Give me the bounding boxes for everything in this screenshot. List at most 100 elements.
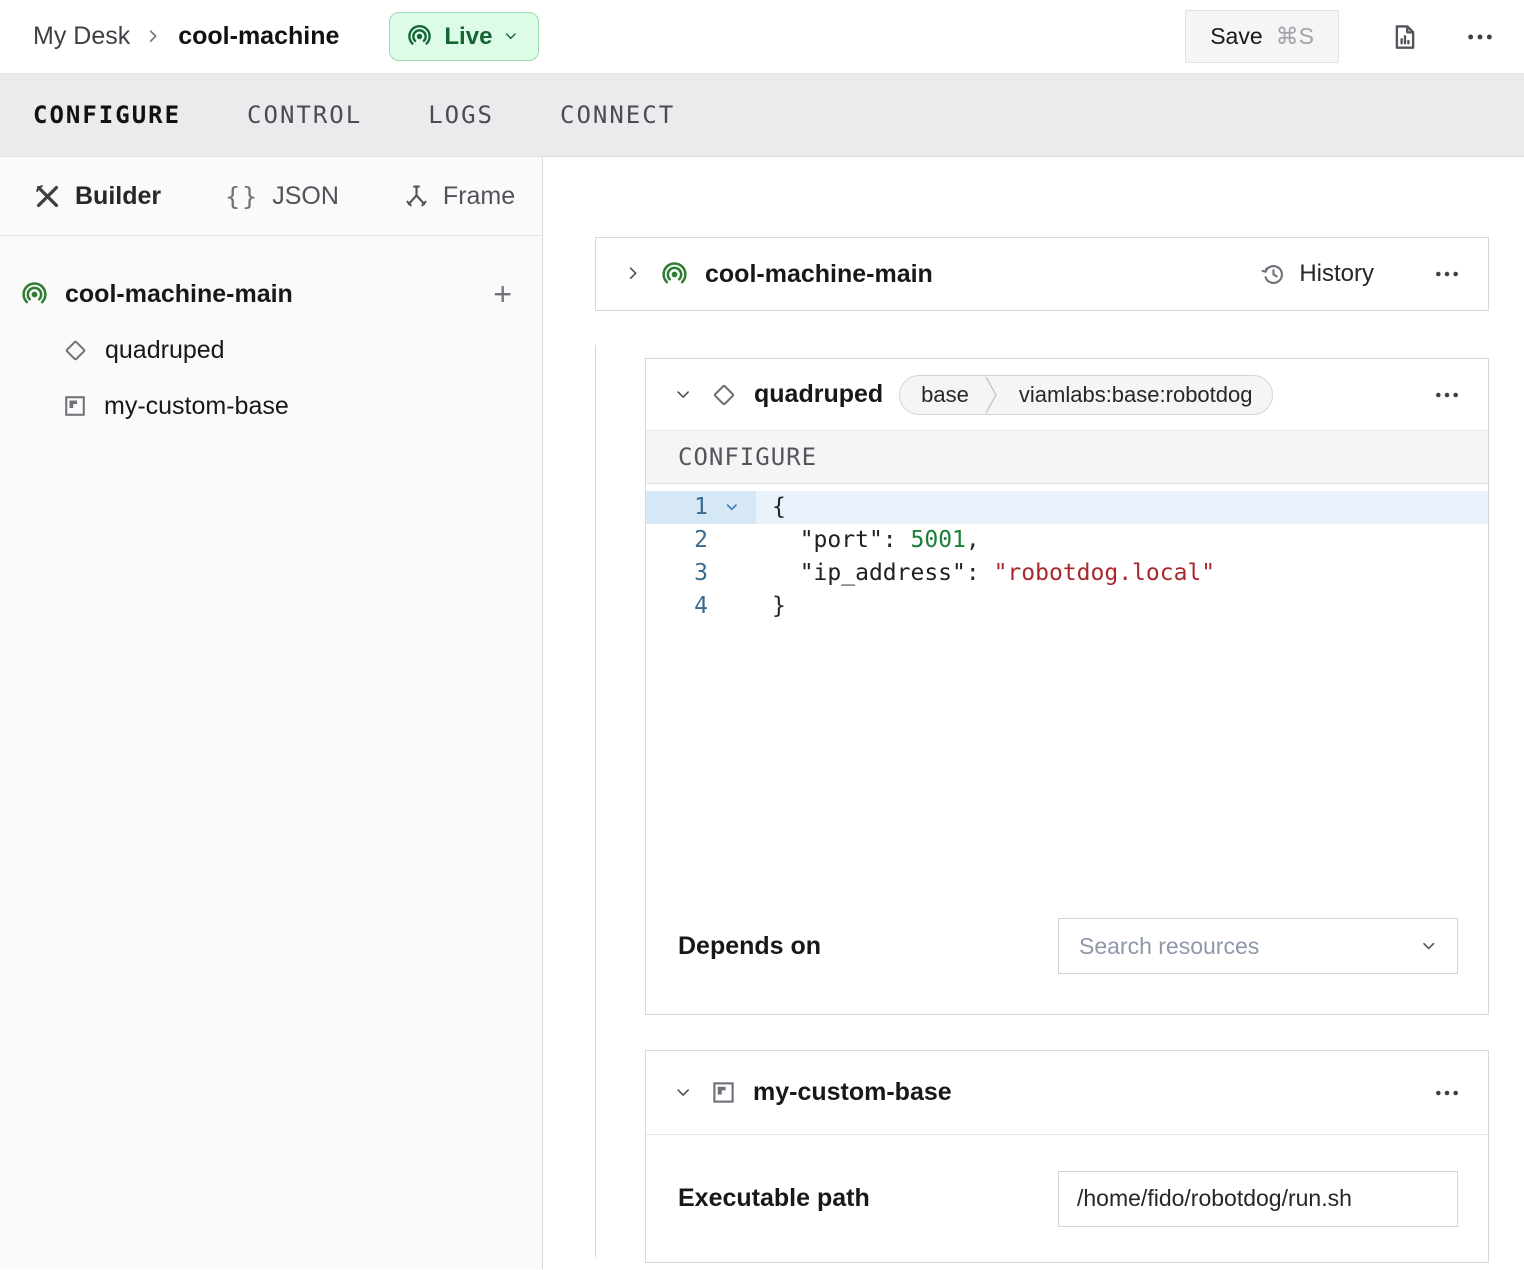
code-token: "robotdog.local" [994, 560, 1216, 586]
machine-tabbar: CONFIGURE CONTROL LOGS CONNECT [0, 73, 1524, 157]
history-button[interactable]: History [1260, 260, 1374, 288]
machine-card-menu-button[interactable] [1434, 261, 1460, 287]
fold-spacer [708, 557, 756, 590]
depends-on-placeholder: Search resources [1079, 933, 1420, 960]
executable-path-label: Executable path [678, 1184, 870, 1213]
breadcrumb-machine-name: cool-machine [178, 22, 339, 51]
base-diamond-icon [62, 337, 89, 364]
editor-gutter: 4 [646, 590, 756, 623]
live-status-dropdown[interactable]: Live [389, 12, 539, 61]
editor-gutter: 1 [646, 491, 756, 524]
file-chart-icon [1390, 22, 1420, 52]
line-number: 3 [646, 557, 708, 590]
view-mode-toggle: Builder {} JSON Frame [0, 157, 542, 236]
view-frame[interactable]: Frame [403, 182, 515, 211]
tree-quadruped-label: quadruped [105, 336, 225, 365]
tree-item-my-custom-base[interactable]: my-custom-base [0, 378, 542, 434]
quadruped-component-card: quadruped base viamlabs:base:robotdog CO… [645, 358, 1489, 1015]
part-icon [660, 260, 689, 289]
component-model: viamlabs:base:robotdog [999, 376, 1273, 414]
add-resource-button[interactable]: + [493, 278, 512, 310]
machine-report-button[interactable] [1390, 22, 1420, 52]
live-chevron-down-icon [503, 28, 520, 45]
quadruped-card-title: quadruped [754, 380, 883, 409]
custom-base-card-header: my-custom-base [646, 1051, 1488, 1135]
tree-custom-base-label: my-custom-base [104, 392, 289, 421]
json-braces-icon: {} [225, 182, 259, 211]
ellipsis-icon [1434, 1080, 1460, 1106]
live-broadcast-icon [406, 23, 433, 50]
history-label: History [1299, 260, 1374, 288]
top-header: My Desk cool-machine Live Save ⌘S [0, 0, 1524, 73]
editor-code-line[interactable]: { [756, 491, 1488, 524]
custom-base-card-title: my-custom-base [753, 1078, 952, 1107]
configure-section-label: CONFIGURE [646, 430, 1488, 484]
view-json-label: JSON [272, 182, 339, 211]
code-token: "port" [800, 527, 883, 553]
code-token: 5001 [911, 527, 966, 553]
editor-code-line[interactable]: } [756, 590, 1488, 623]
fold-chevron-icon [724, 499, 741, 516]
save-label: Save [1210, 23, 1262, 50]
base-diamond-icon [710, 381, 738, 409]
expand-chevron-right-icon[interactable] [624, 264, 644, 284]
tab-connect[interactable]: CONNECT [560, 101, 675, 129]
quadruped-card-menu-button[interactable] [1434, 382, 1460, 408]
tab-logs[interactable]: LOGS [428, 101, 494, 129]
code-token: : [883, 527, 911, 553]
editor-gutter: 3 [646, 557, 756, 590]
custom-base-card-body: Executable path [646, 1135, 1488, 1262]
history-clock-icon [1260, 261, 1287, 288]
header-more-menu-button[interactable] [1466, 23, 1494, 51]
editor-code-line[interactable]: "ip_address": "robotdog.local" [756, 557, 1488, 590]
tree-machine-label: cool-machine-main [65, 280, 293, 309]
view-builder-label: Builder [75, 182, 161, 211]
fold-toggle[interactable] [708, 491, 756, 524]
collapse-chevron-down-icon[interactable] [674, 1083, 694, 1103]
editor-line[interactable]: 3 "ip_address": "robotdog.local" [646, 557, 1488, 590]
view-json[interactable]: {} JSON [225, 182, 339, 211]
part-icon [20, 280, 49, 309]
depends-on-row: Depends on Search resources [646, 918, 1488, 974]
executable-path-input[interactable] [1058, 1171, 1458, 1227]
code-token: : [966, 560, 994, 586]
json-editor[interactable]: 1{2 "port": 5001,3 "ip_address": "robotd… [646, 484, 1488, 916]
component-type-model-badge: base viamlabs:base:robotdog [899, 375, 1273, 415]
code-token: "ip_address" [800, 560, 966, 586]
badge-separator-icon [983, 376, 999, 414]
code-token: , [966, 527, 980, 553]
machine-card-header: cool-machine-main History [596, 238, 1488, 310]
tree-item-machine-part[interactable]: cool-machine-main + [0, 266, 542, 322]
select-chevron-down-icon [1420, 937, 1439, 956]
line-number: 4 [646, 590, 708, 623]
machine-part-card: cool-machine-main History [595, 237, 1489, 311]
tree-item-quadruped[interactable]: quadruped [0, 322, 542, 378]
machine-card-title: cool-machine-main [705, 260, 933, 289]
config-sidebar: Builder {} JSON Frame [0, 157, 543, 1269]
resource-tree: cool-machine-main + quadruped my-custom-… [0, 236, 542, 434]
fold-spacer [708, 590, 756, 623]
nesting-line [595, 345, 596, 1257]
config-main-panel: cool-machine-main History [543, 157, 1524, 1269]
breadcrumb-chevron-icon [144, 27, 164, 47]
custom-base-card-menu-button[interactable] [1434, 1080, 1460, 1106]
content-area: Builder {} JSON Frame [0, 157, 1524, 1269]
depends-on-select[interactable]: Search resources [1058, 918, 1458, 974]
collapse-chevron-down-icon[interactable] [674, 385, 694, 405]
code-token: } [772, 593, 786, 619]
editor-gutter: 2 [646, 524, 756, 557]
tab-control[interactable]: CONTROL [247, 101, 362, 129]
custom-base-process-card: my-custom-base Executable path [645, 1050, 1489, 1263]
editor-code-line[interactable]: "port": 5001, [756, 524, 1488, 557]
line-number: 1 [646, 491, 708, 524]
save-button[interactable]: Save ⌘S [1185, 10, 1339, 63]
editor-line[interactable]: 2 "port": 5001, [646, 524, 1488, 557]
editor-line[interactable]: 1{ [646, 491, 1488, 524]
breadcrumb: My Desk cool-machine [33, 22, 339, 51]
editor-line[interactable]: 4} [646, 590, 1488, 623]
breadcrumb-my-desk[interactable]: My Desk [33, 22, 130, 51]
save-shortcut: ⌘S [1276, 23, 1314, 50]
tab-configure[interactable]: CONFIGURE [33, 101, 181, 129]
view-builder[interactable]: Builder [33, 182, 161, 211]
code-token [772, 527, 800, 553]
